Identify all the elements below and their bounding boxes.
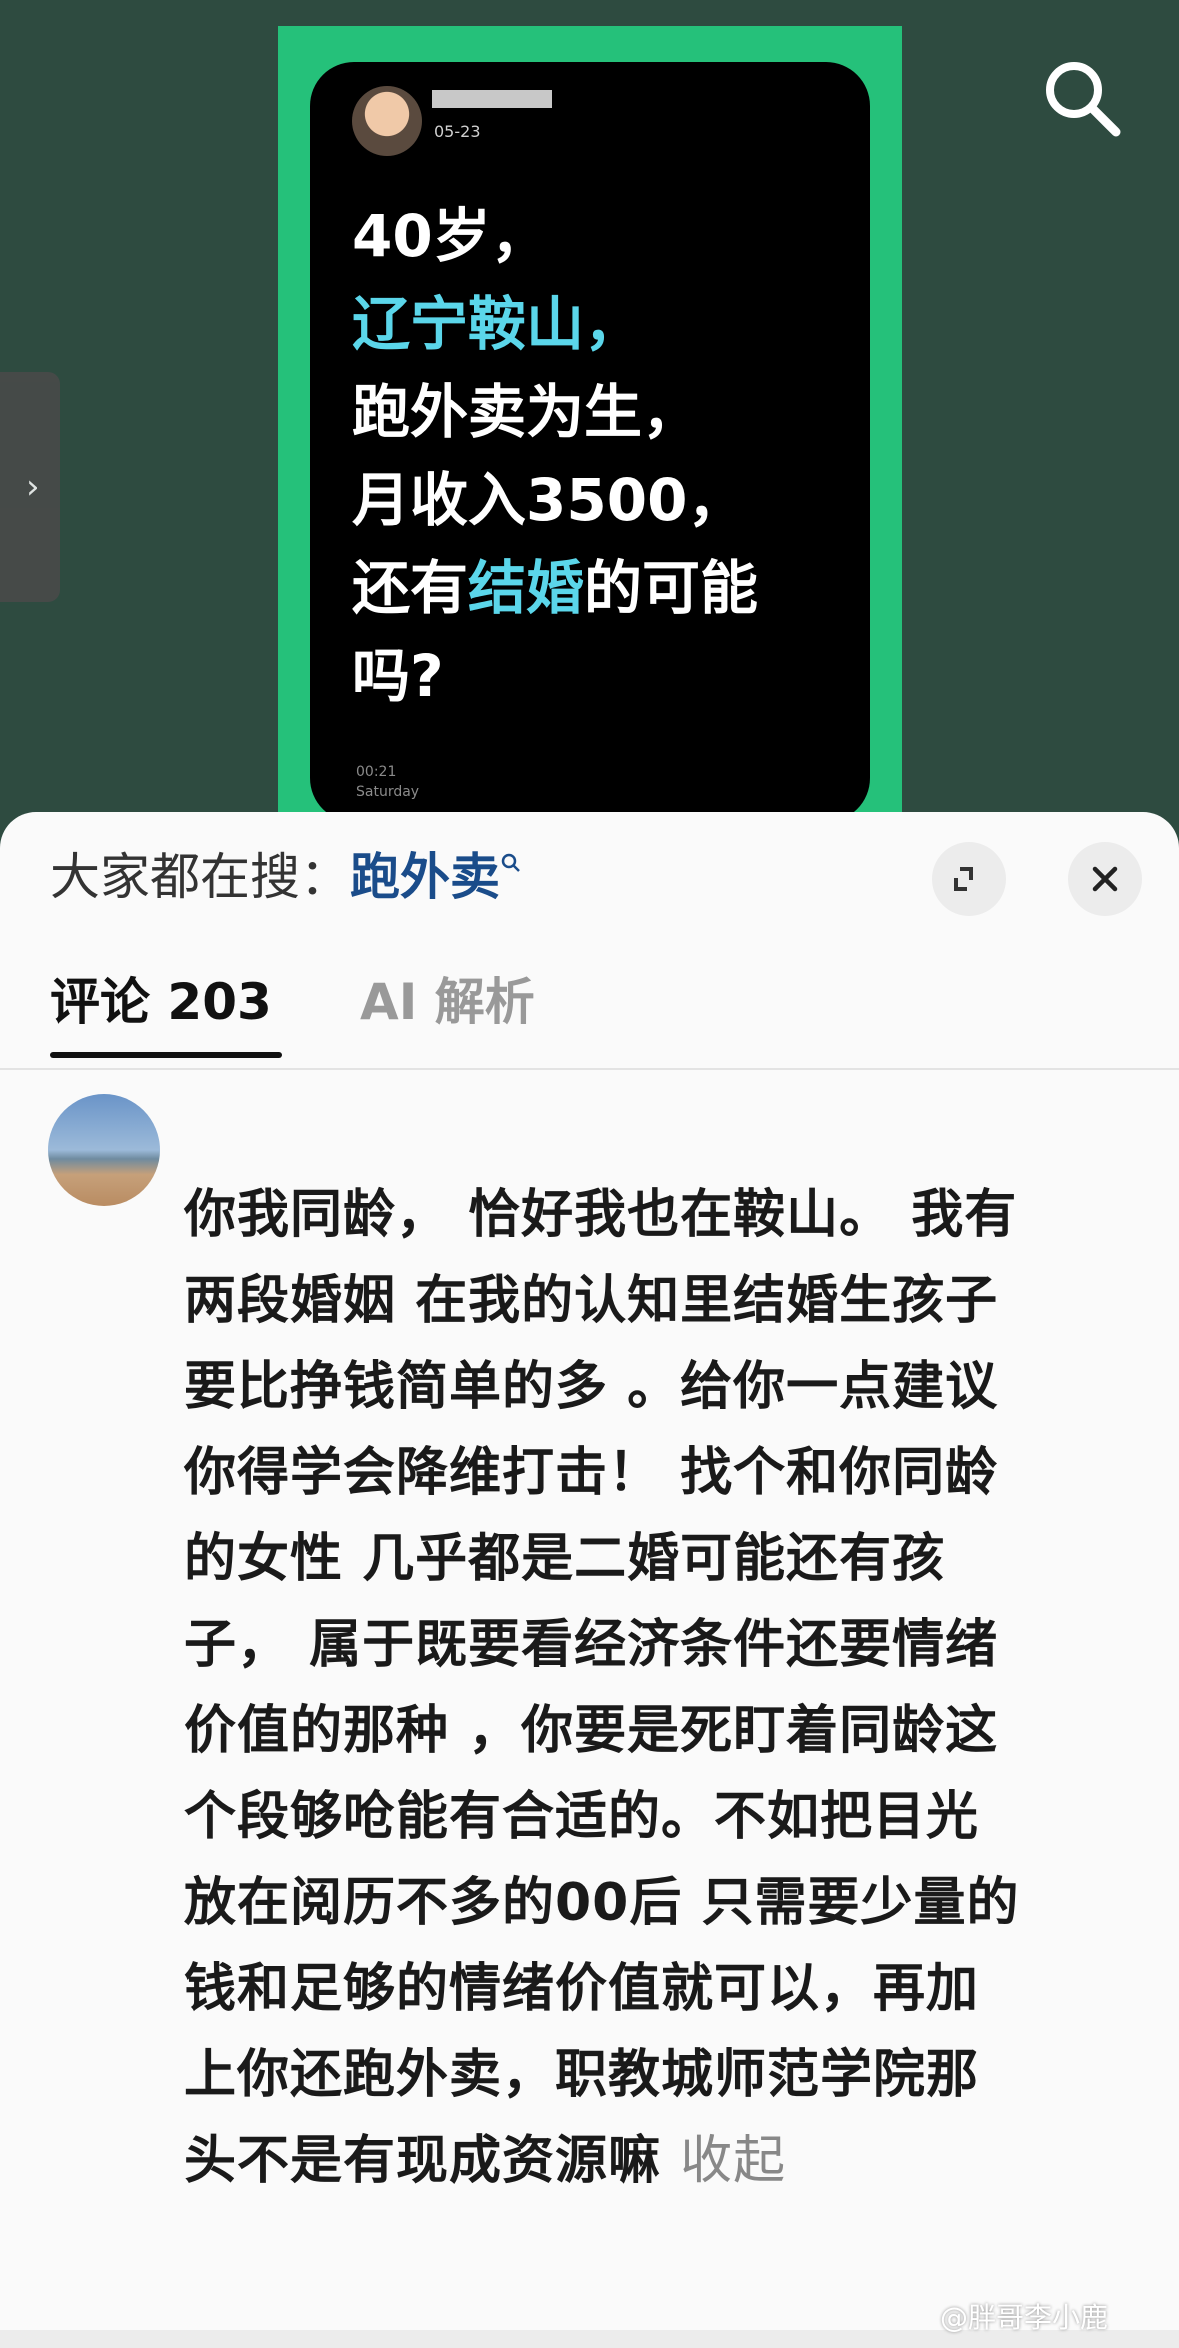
headline-line: 还有结婚的可能 [352, 544, 850, 632]
headline-line: 40岁， [352, 202, 549, 270]
comment-line: 要比挣钱简单的多 。给你一点建议 [184, 1357, 999, 1417]
headline-line: 跑外卖为生， [352, 378, 701, 446]
video-background: 05-23 40岁， 辽宁鞍山， 跑外卖为生， 月收入3500， 还有结婚的可能… [0, 0, 1179, 860]
comment-line: 你得学会降维打击！ 找个和你同龄 [184, 1443, 999, 1503]
video-headline: 40岁， 辽宁鞍山， 跑外卖为生， 月收入3500， 还有结婚的可能 吗? [352, 192, 850, 720]
expand-icon [954, 867, 973, 891]
headline-line: 月收入3500， [352, 466, 746, 534]
poster-avatar [352, 86, 422, 156]
comment-sheet: 大家都在搜：跑外卖 评论 203 AI 解析 你我同龄， 恰好我也在鞍山。 我有… [0, 812, 1179, 2348]
watermark: @胖哥李小鹿 [940, 2301, 1109, 2334]
tab-comments[interactable]: 评论 203 [50, 962, 272, 1034]
comment-line: 放在阅历不多的00后 只需要少量的 [184, 1873, 1020, 1933]
comment-line: 你我同龄， 恰好我也在鞍山。 我有 [184, 1185, 1018, 1245]
comment-line: 的女性 几乎都是二婚可能还有孩 [184, 1529, 946, 1589]
collapse-link[interactable]: 收起 [680, 2131, 786, 2191]
chevron-right-icon: › [26, 467, 40, 507]
comment-line: 价值的那种 ，你要是死盯着同龄这 [184, 1701, 999, 1761]
headline-line-highlight: 辽宁鞍山， [352, 290, 643, 358]
video-player[interactable]: 05-23 40岁， 辽宁鞍山， 跑外卖为生， 月收入3500， 还有结婚的可能… [310, 62, 870, 822]
headline-text: 的可能 [584, 554, 759, 622]
expand-button[interactable] [932, 842, 1006, 916]
comment-line: 子， 属于既要看经济条件还要情绪 [184, 1615, 999, 1675]
search-icon[interactable] [1040, 56, 1124, 140]
close-button[interactable] [1068, 842, 1142, 916]
active-tab-indicator [50, 1052, 282, 1058]
prev-arrow-button[interactable]: › [0, 372, 60, 602]
close-icon [1092, 866, 1118, 892]
comment-line: 头不是有现成资源嘛 [184, 2131, 681, 2191]
trending-search[interactable]: 大家都在搜：跑外卖 [50, 842, 522, 912]
divider [0, 1068, 1179, 1070]
trending-search-label: 大家都在搜： [50, 848, 350, 906]
tab-ai-analysis[interactable]: AI 解析 [360, 962, 535, 1034]
redacted-username [432, 90, 552, 108]
headline-line: 吗? [352, 642, 444, 710]
post-date: 05-23 [434, 122, 481, 141]
comment-line-last: 头不是有现成资源嘛 收起 [184, 2118, 1144, 2204]
video-time: 00:21 [356, 764, 397, 780]
commenter-avatar[interactable] [48, 1094, 160, 1206]
comment-line: 个段够呛能有合适的。不如把目光 [184, 1787, 980, 1847]
headline-text: 还有 [352, 554, 469, 622]
video-day: Saturday [356, 784, 420, 800]
comment-line: 上你还跑外卖，职教城师范学院那 [184, 2045, 980, 2105]
comment-line: 两段婚姻 在我的认知里结婚生孩子 [184, 1271, 999, 1331]
headline-highlight: 结婚 [468, 554, 585, 622]
trending-search-keyword[interactable]: 跑外卖 [350, 848, 500, 906]
comment-line: 钱和足够的情绪价值就可以，再加 [184, 1959, 980, 2019]
search-icon [501, 853, 520, 872]
comment-text: 你我同龄， 恰好我也在鞍山。 我有 两段婚姻 在我的认知里结婚生孩子 要比挣钱简… [184, 1172, 1144, 2204]
video-timestamp: 00:21 Saturday [356, 762, 419, 802]
